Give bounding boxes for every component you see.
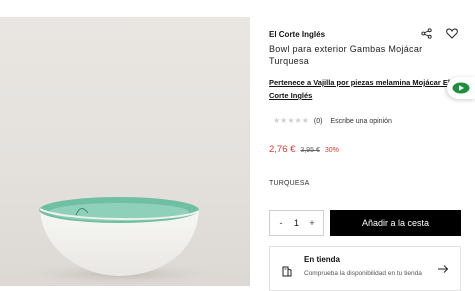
heart-icon xyxy=(446,27,458,39)
collection-link[interactable]: Pertenece a Vajilla por piezas melamina … xyxy=(269,76,454,102)
color-name: TURQUESA xyxy=(269,180,310,187)
favorite-button[interactable] xyxy=(444,25,460,41)
star-icon: ★ xyxy=(280,116,288,125)
write-review-link[interactable]: Escribe una opinión xyxy=(330,118,392,125)
current-price: 2,76 € xyxy=(269,144,296,155)
side-tab-button[interactable] xyxy=(447,77,475,99)
star-icon: ★ xyxy=(301,116,309,125)
store-availability-card[interactable]: En tienda Comprueba la disponibilidad en… xyxy=(269,246,461,291)
brand-name[interactable]: El Corte Inglés xyxy=(269,30,325,39)
bowl-illustration xyxy=(20,197,220,286)
store-title: En tienda xyxy=(304,255,341,264)
store-icon xyxy=(282,266,292,277)
discount-badge: 30% xyxy=(324,147,339,154)
share-button[interactable] xyxy=(418,25,434,41)
old-price: 3,95 € xyxy=(300,147,320,154)
rating-count: (0) xyxy=(313,117,323,125)
quantity-stepper[interactable]: - 1 + xyxy=(269,210,324,236)
star-icon: ★ xyxy=(287,116,295,125)
star-icon: ★ xyxy=(294,116,302,125)
star-icon: ★ xyxy=(273,116,281,125)
store-description: Comprueba la disponibilidad en tu tienda xyxy=(304,270,422,277)
add-to-cart-button[interactable]: Añadir a la cesta xyxy=(330,210,461,236)
increase-quantity-button[interactable]: + xyxy=(306,218,318,228)
arrow-right-icon xyxy=(438,265,449,273)
quantity-value: 1 xyxy=(293,218,299,228)
product-title: Bowl para exterior Gambas Mojácar Turque… xyxy=(269,44,423,66)
decrease-quantity-button[interactable]: - xyxy=(275,218,287,228)
price-row: 2,76 € 3,95 € 30% xyxy=(269,144,339,155)
play-badge-icon xyxy=(452,82,470,94)
share-icon xyxy=(420,27,432,39)
rating-row: ★ ★ ★ ★ ★ (0) Escribe una opinión xyxy=(273,117,392,125)
rating-stars: ★ ★ ★ ★ ★ xyxy=(273,117,309,125)
product-image[interactable] xyxy=(0,17,250,286)
